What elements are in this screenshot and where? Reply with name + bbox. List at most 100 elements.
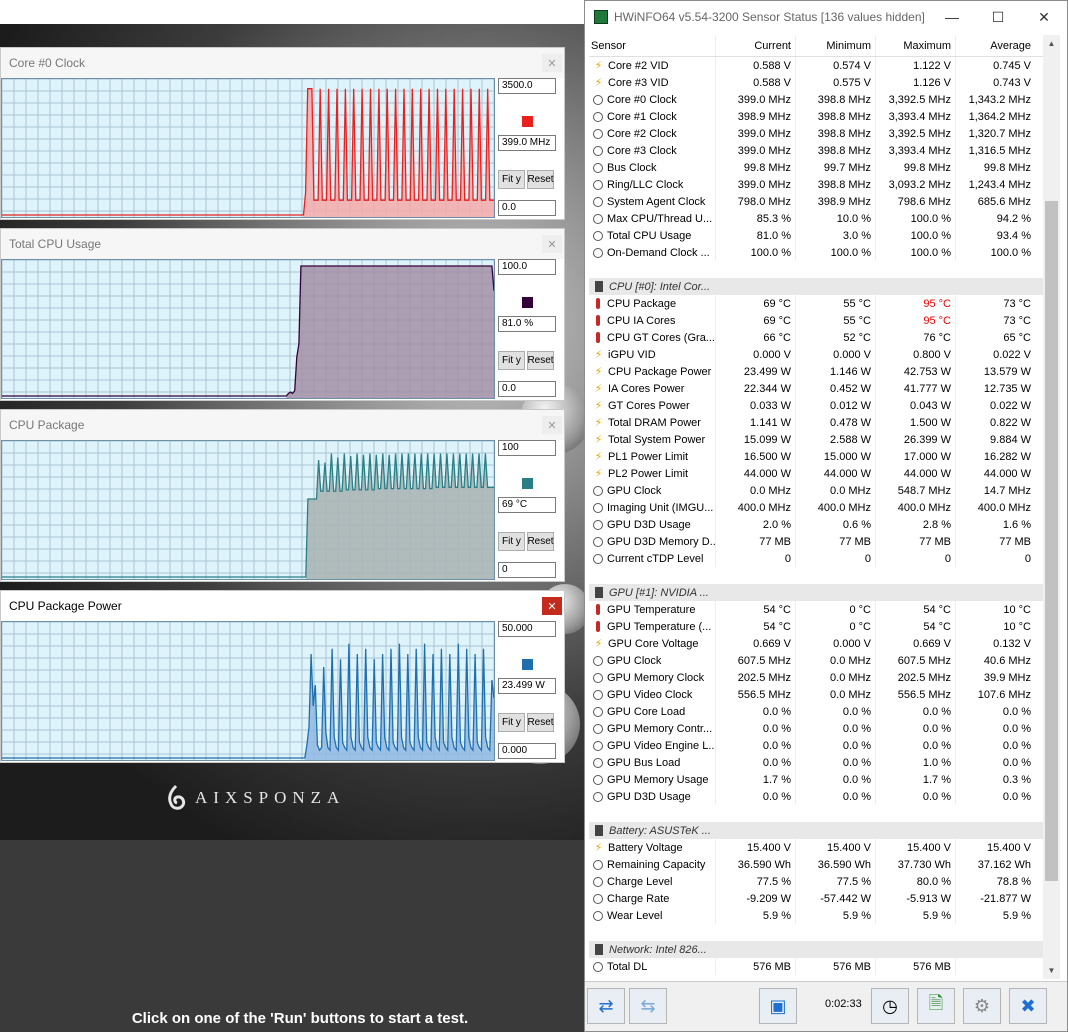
graph-header[interactable]: Total CPU Usage ✕: [1, 229, 564, 259]
sensor-row[interactable]: ⚡ Core #3 VID 0.588 V 0.575 V 1.126 V 0.7…: [589, 74, 1043, 91]
fit-y-button[interactable]: Fit y: [498, 170, 525, 189]
graph-max-field[interactable]: 100.0: [498, 259, 556, 275]
sensor-row[interactable]: Core #0 Clock 399.0 MHz 398.8 MHz 3,392.…: [589, 91, 1043, 108]
reset-button[interactable]: Reset: [527, 713, 554, 732]
sensor-row[interactable]: CPU Package 69 °C 55 °C 95 °C 73 °C: [589, 295, 1043, 312]
sensor-row[interactable]: Total CPU Usage 81.0 % 3.0 % 100.0 % 93.…: [589, 227, 1043, 244]
sensor-row[interactable]: ⚡ iGPU VID 0.000 V 0.000 V 0.800 V 0.022 …: [589, 346, 1043, 363]
sensor-group-row[interactable]: CPU [#0]: Intel Cor...: [589, 278, 1043, 295]
sensor-row[interactable]: Imaging Unit (IMGU... 400.0 MHz 400.0 MH…: [589, 499, 1043, 516]
sensor-row[interactable]: GPU D3D Memory D... 77 MB 77 MB 77 MB 77…: [589, 533, 1043, 550]
scroll-up-icon[interactable]: ▲: [1043, 35, 1060, 52]
scroll-down-icon[interactable]: ▼: [1043, 962, 1060, 979]
sensor-row[interactable]: ⚡ CPU Package Power 23.499 W 1.146 W 42.7…: [589, 363, 1043, 380]
column-header-maximum[interactable]: Maximum: [875, 35, 955, 56]
graph-max-field[interactable]: 100: [498, 440, 556, 456]
graph-header[interactable]: CPU Package Power ✕: [1, 591, 564, 621]
sensor-row[interactable]: GPU Clock 607.5 MHz 0.0 MHz 607.5 MHz 40…: [589, 652, 1043, 669]
graph-close-icon[interactable]: ✕: [542, 54, 562, 72]
column-header-average[interactable]: Average: [955, 35, 1035, 56]
sensor-row[interactable]: ⚡ PL2 Power Limit 44.000 W 44.000 W 44.00…: [589, 465, 1043, 482]
graph-color-swatch[interactable]: [522, 116, 533, 127]
sensor-row[interactable]: GPU D3D Usage 2.0 % 0.6 % 2.8 % 1.6 %: [589, 516, 1043, 533]
graph-min-field[interactable]: 0.0: [498, 200, 556, 216]
graph-close-icon[interactable]: ✕: [542, 235, 562, 253]
sensor-row[interactable]: Charge Level 77.5 % 77.5 % 80.0 % 78.8 %: [589, 873, 1043, 890]
reset-button[interactable]: Reset: [527, 351, 554, 370]
network-button[interactable]: ▣: [759, 988, 797, 1024]
minimize-button[interactable]: —: [929, 1, 975, 33]
graph-color-swatch[interactable]: [522, 659, 533, 670]
graph-window-2[interactable]: CPU Package ✕ 100 69 °C Fit y Reset 0: [0, 409, 565, 582]
graph-header[interactable]: Core #0 Clock ✕: [1, 48, 564, 78]
sensor-group-row[interactable]: Battery: ASUSTeK ...: [589, 822, 1043, 839]
graph-window-3[interactable]: CPU Package Power ✕ 50.000 23.499 W Fit …: [0, 590, 565, 763]
maximize-button[interactable]: ☐: [975, 1, 1021, 33]
graph-header[interactable]: CPU Package ✕: [1, 410, 564, 440]
column-header-minimum[interactable]: Minimum: [795, 35, 875, 56]
sensor-row[interactable]: Core #1 Clock 398.9 MHz 398.8 MHz 3,393.…: [589, 108, 1043, 125]
sensor-row[interactable]: GPU D3D Usage 0.0 % 0.0 % 0.0 % 0.0 %: [589, 788, 1043, 805]
sensor-row[interactable]: ⚡ Total System Power 15.099 W 2.588 W 26.…: [589, 431, 1043, 448]
sensor-row[interactable]: Current cTDP Level 0 0 0 0: [589, 550, 1043, 567]
sensor-row[interactable]: GPU Memory Usage 1.7 % 0.0 % 1.7 % 0.3 %: [589, 771, 1043, 788]
graph-min-field[interactable]: 0.0: [498, 381, 556, 397]
settings-button[interactable]: ⚙: [963, 988, 1001, 1024]
sensor-row[interactable]: GPU Video Engine L... 0.0 % 0.0 % 0.0 % …: [589, 737, 1043, 754]
graph-max-field[interactable]: 50.000: [498, 621, 556, 637]
sensor-row[interactable]: ⚡ GPU Core Voltage 0.669 V 0.000 V 0.669 …: [589, 635, 1043, 652]
sensor-row[interactable]: Bus Clock 99.8 MHz 99.7 MHz 99.8 MHz 99.…: [589, 159, 1043, 176]
sensor-row[interactable]: ⚡ Battery Voltage 15.400 V 15.400 V 15.40…: [589, 839, 1043, 856]
graph-close-icon[interactable]: ✕: [542, 416, 562, 434]
graph-color-swatch[interactable]: [522, 478, 533, 489]
close-sensors-button[interactable]: ✖: [1009, 988, 1047, 1024]
sensor-row[interactable]: Max CPU/Thread U... 85.3 % 10.0 % 100.0 …: [589, 210, 1043, 227]
graph-color-swatch[interactable]: [522, 297, 533, 308]
scrollbar-thumb[interactable]: [1045, 201, 1058, 881]
sensor-row[interactable]: Core #2 Clock 399.0 MHz 398.8 MHz 3,392.…: [589, 125, 1043, 142]
graph-min-field[interactable]: 0: [498, 562, 556, 578]
sensor-row[interactable]: CPU IA Cores 69 °C 55 °C 95 °C 73 °C: [589, 312, 1043, 329]
sensor-row[interactable]: On-Demand Clock ... 100.0 % 100.0 % 100.…: [589, 244, 1043, 261]
sensor-row[interactable]: Wear Level 5.9 % 5.9 % 5.9 % 5.9 %: [589, 907, 1043, 924]
fit-y-button[interactable]: Fit y: [498, 713, 525, 732]
sensor-row[interactable]: CPU GT Cores (Gra... 66 °C 52 °C 76 °C 6…: [589, 329, 1043, 346]
sensor-row[interactable]: ⚡ GT Cores Power 0.033 W 0.012 W 0.043 W …: [589, 397, 1043, 414]
reset-timer-button[interactable]: ◷: [871, 988, 909, 1024]
sensor-group-row[interactable]: Network: Intel 826...: [589, 941, 1043, 958]
sensor-row[interactable]: Total DL 576 MB 576 MB 576 MB: [589, 958, 1043, 975]
sensor-row[interactable]: GPU Clock 0.0 MHz 0.0 MHz 548.7 MHz 14.7…: [589, 482, 1043, 499]
graph-close-icon[interactable]: ✕: [542, 597, 562, 615]
sensor-row[interactable]: Ring/LLC Clock 399.0 MHz 398.8 MHz 3,093…: [589, 176, 1043, 193]
logging-button[interactable]: 🗎: [917, 988, 955, 1024]
reset-button[interactable]: Reset: [527, 170, 554, 189]
graph-window-0[interactable]: Core #0 Clock ✕ 3500.0 399.0 MHz Fit y R…: [0, 47, 565, 220]
sensor-row[interactable]: GPU Video Clock 556.5 MHz 0.0 MHz 556.5 …: [589, 686, 1043, 703]
graph-min-field[interactable]: 0.000: [498, 743, 556, 759]
fit-y-button[interactable]: Fit y: [498, 532, 525, 551]
graph-max-field[interactable]: 3500.0: [498, 78, 556, 94]
reset-button[interactable]: Reset: [527, 532, 554, 551]
column-header-sensor[interactable]: Sensor: [589, 40, 715, 52]
hwinfo-titlebar[interactable]: HWiNFO64 v5.54-3200 Sensor Status [136 v…: [585, 1, 1067, 33]
sensor-scrollbar[interactable]: ▲ ▼: [1043, 35, 1060, 979]
column-header-current[interactable]: Current: [715, 35, 795, 56]
sensor-row[interactable]: Charge Rate -9.209 W -57.442 W -5.913 W …: [589, 890, 1043, 907]
sensor-group-row[interactable]: GPU [#1]: NVIDIA ...: [589, 584, 1043, 601]
sensor-row[interactable]: Remaining Capacity 36.590 Wh 36.590 Wh 3…: [589, 856, 1043, 873]
sensor-row[interactable]: System Agent Clock 798.0 MHz 398.9 MHz 7…: [589, 193, 1043, 210]
fit-y-button[interactable]: Fit y: [498, 351, 525, 370]
nav-left-right-button[interactable]: ⇄: [587, 988, 625, 1024]
sensor-row[interactable]: Core #3 Clock 399.0 MHz 398.8 MHz 3,393.…: [589, 142, 1043, 159]
sensor-row[interactable]: ⚡ Total DRAM Power 1.141 W 0.478 W 1.500 …: [589, 414, 1043, 431]
sensor-row[interactable]: GPU Temperature 54 °C 0 °C 54 °C 10 °C: [589, 601, 1043, 618]
sensor-row[interactable]: ⚡ IA Cores Power 22.344 W 0.452 W 41.777 …: [589, 380, 1043, 397]
graph-window-1[interactable]: Total CPU Usage ✕ 100.0 81.0 % Fit y Res…: [0, 228, 565, 401]
sensor-row[interactable]: ⚡ PL1 Power Limit 16.500 W 15.000 W 17.00…: [589, 448, 1043, 465]
sensor-row[interactable]: GPU Memory Contr... 0.0 % 0.0 % 0.0 % 0.…: [589, 720, 1043, 737]
sensor-row[interactable]: GPU Temperature (... 54 °C 0 °C 54 °C 10…: [589, 618, 1043, 635]
nav-collapse-button[interactable]: ⇆: [629, 988, 667, 1024]
sensor-row[interactable]: GPU Bus Load 0.0 % 0.0 % 1.0 % 0.0 %: [589, 754, 1043, 771]
sensor-row[interactable]: GPU Memory Clock 202.5 MHz 0.0 MHz 202.5…: [589, 669, 1043, 686]
sensor-row[interactable]: ⚡ Core #2 VID 0.588 V 0.574 V 1.122 V 0.7…: [589, 57, 1043, 74]
